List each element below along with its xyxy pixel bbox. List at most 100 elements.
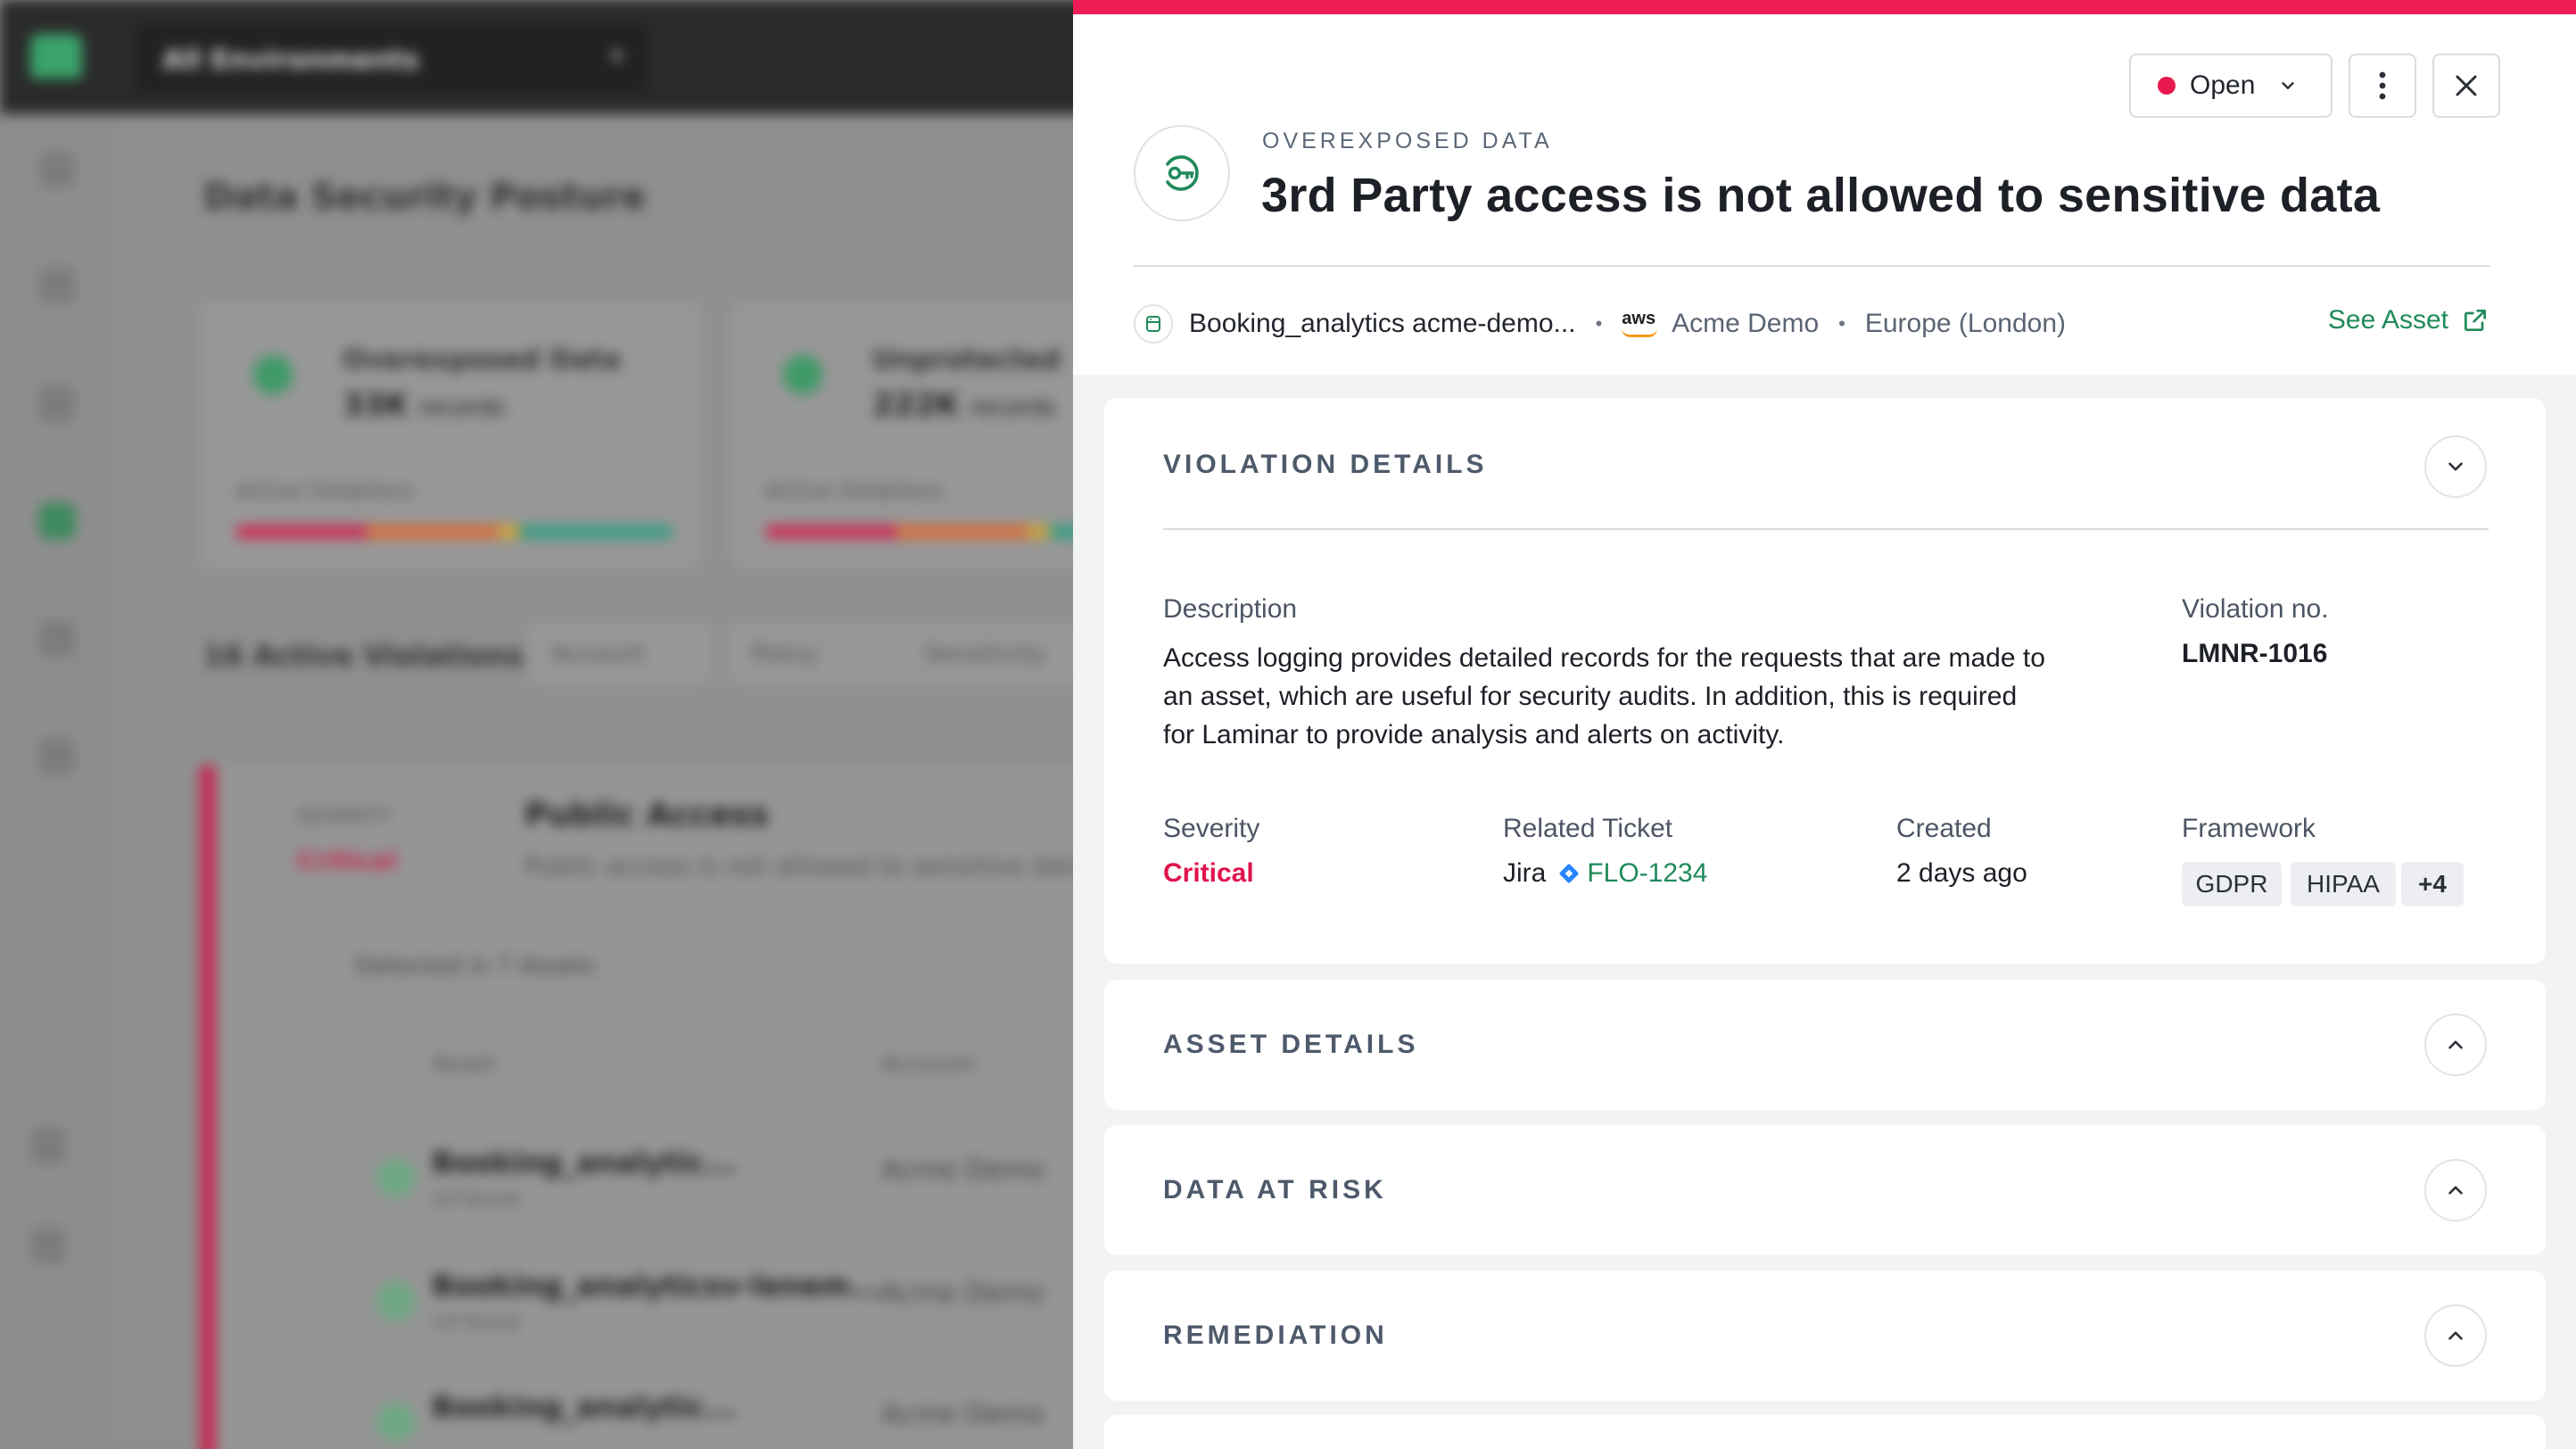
framework-label: Framework: [2182, 814, 2316, 843]
active-violations-heading: 16 Active Violations: [203, 639, 524, 673]
row-account: Acme Demo: [881, 1399, 1044, 1430]
page-title: Data Security Posture: [203, 177, 646, 218]
nav-inventory-icon[interactable]: [39, 268, 75, 303]
asset-icon: [376, 1158, 416, 1197]
nav-logout-icon[interactable]: [30, 1228, 66, 1263]
nav-data-icon[interactable]: [39, 385, 75, 421]
close-button[interactable]: [2432, 54, 2500, 118]
status-label: Open: [2190, 70, 2256, 100]
column-header-account[interactable]: Account: [881, 1051, 975, 1078]
violation-title: 3rd Party access is not allowed to sensi…: [1261, 169, 2381, 222]
status-dot: [2158, 77, 2176, 95]
summary-card[interactable]: Overexposed Data 33K records Active Viol…: [200, 302, 703, 569]
asset-details-section: ASSET DETAILS: [1104, 980, 2546, 1110]
asset-summary: Booking_analytics acme-demo... • aws Acm…: [1134, 302, 2489, 346]
filter-sensitivity[interactable]: Sensitivity: [899, 623, 1086, 685]
environment-select[interactable]: All Environments ▾: [136, 23, 648, 95]
table-row[interactable]: Booking_analytic...: [432, 1390, 737, 1424]
card-title: Overexposed Data: [343, 344, 621, 376]
asset-name: Booking_analytics acme-demo...: [1189, 309, 1576, 338]
card-icon: [783, 355, 822, 394]
chevron-down-icon: [2448, 462, 2463, 471]
ticket-id: FLO-1234: [1587, 858, 1708, 888]
related-ticket: Jira FLO-1234: [1503, 858, 1707, 889]
description-label: Description: [1163, 594, 1298, 624]
key-icon: [1134, 125, 1230, 221]
card-value: 222K records: [872, 387, 1056, 423]
see-asset-label: See Asset: [2327, 305, 2448, 335]
chevron-down-icon: ▾: [610, 43, 623, 70]
violation-title[interactable]: Public Access: [524, 797, 769, 833]
side-nav: [0, 114, 114, 1449]
severity-accent: [200, 766, 216, 1449]
nav-dashboard-icon[interactable]: [39, 152, 75, 187]
nav-policy-icon[interactable]: [39, 739, 75, 774]
row-account: Acme Demo: [881, 1155, 1044, 1186]
violation-drawer: Open OVEREXPOSED DATA 3rd Party access i…: [1073, 0, 2576, 1449]
ticket-link[interactable]: FLO-1234: [1546, 858, 1707, 889]
nav-settings-icon[interactable]: [30, 1128, 66, 1163]
severity-label: Severity: [1163, 814, 1260, 843]
more-vertical-icon: [2379, 71, 2386, 100]
card-title: Unprotected: [872, 344, 1061, 376]
collapse-button[interactable]: [2424, 435, 2487, 498]
related-ticket-label: Related Ticket: [1503, 814, 1673, 843]
card-label: Active Violations: [235, 478, 413, 503]
filter-label: Account: [551, 641, 645, 667]
ticket-system: Jira: [1503, 858, 1547, 888]
more-options-button[interactable]: [2349, 54, 2416, 118]
section-title[interactable]: DATA AT RISK: [1163, 1175, 1387, 1205]
violation-description: Public access is not allowed to sensitiv…: [524, 851, 1088, 881]
environment-select-label: All Environments: [162, 45, 419, 76]
row-account: Acme Demo: [881, 1278, 1044, 1309]
status-dropdown[interactable]: Open: [2129, 54, 2332, 118]
chevron-up-icon: [2448, 1331, 2463, 1340]
header-divider: [1134, 265, 2489, 267]
remediation-section: REMEDIATION: [1104, 1271, 2546, 1401]
separator-dot: •: [1595, 312, 1603, 335]
see-asset-link[interactable]: See Asset: [2328, 305, 2489, 335]
separator-dot: •: [1838, 312, 1845, 335]
severity-value: Critical: [297, 846, 398, 875]
column-header-asset[interactable]: Asset: [432, 1051, 495, 1078]
severity-label: SEVERITY: [297, 806, 392, 828]
expand-button[interactable]: [2424, 1014, 2487, 1076]
framework-chip-gdpr: GDPR: [2182, 862, 2282, 907]
detected-count[interactable]: Detected in 7 Assets: [355, 953, 595, 980]
expand-button[interactable]: [2424, 1304, 2487, 1367]
framework-more-chip[interactable]: +4: [2401, 862, 2464, 907]
aws-icon: aws: [1622, 309, 1658, 337]
filter-account[interactable]: Account: [526, 623, 714, 685]
next-section: [1104, 1415, 2546, 1449]
jira-icon: [1559, 863, 1580, 884]
nav-posture-icon[interactable]: [39, 503, 75, 539]
filter-label: Sensitivity: [924, 641, 1045, 667]
section-title[interactable]: VIOLATION DETAILS: [1163, 450, 1488, 480]
severity-value: Critical: [1163, 858, 1254, 888]
chevron-up-icon: [2448, 1040, 2463, 1049]
table-row[interactable]: Booking_analytic...: [432, 1146, 737, 1180]
section-title[interactable]: ASSET DETAILS: [1163, 1030, 1418, 1060]
section-title[interactable]: REMEDIATION: [1163, 1321, 1388, 1351]
violation-no-value: LMNR-1016: [2182, 639, 2328, 668]
description-text: Access logging provides detailed records…: [1163, 643, 2045, 749]
data-at-risk-section: DATA AT RISK: [1104, 1125, 2546, 1255]
filter-policy[interactable]: Policy: [726, 623, 913, 685]
violation-no-label: Violation no.: [2182, 594, 2329, 624]
framework-chip-hipaa: HIPAA: [2291, 862, 2396, 907]
table-row[interactable]: Booking_analyticsv-lenem...: [432, 1269, 882, 1303]
created-label: Created: [1896, 814, 1992, 843]
chevron-up-icon: [2448, 1186, 2463, 1195]
row-sub: 14 found: [432, 1188, 520, 1211]
expand-button[interactable]: [2424, 1159, 2487, 1221]
filter-label: Policy: [751, 641, 818, 667]
nav-shield-icon[interactable]: [39, 621, 75, 657]
external-link-icon: [2465, 310, 2486, 331]
asset-icon: [376, 1403, 416, 1442]
row-sub: 14 found: [432, 1312, 520, 1334]
violation-details-section: VIOLATION DETAILS Description Access log…: [1104, 398, 2546, 964]
drawer-header: Open OVEREXPOSED DATA 3rd Party access i…: [1073, 14, 2576, 375]
chevron-down-icon: [2282, 82, 2295, 89]
card-bar: [235, 525, 673, 539]
database-icon: [1134, 304, 1173, 344]
